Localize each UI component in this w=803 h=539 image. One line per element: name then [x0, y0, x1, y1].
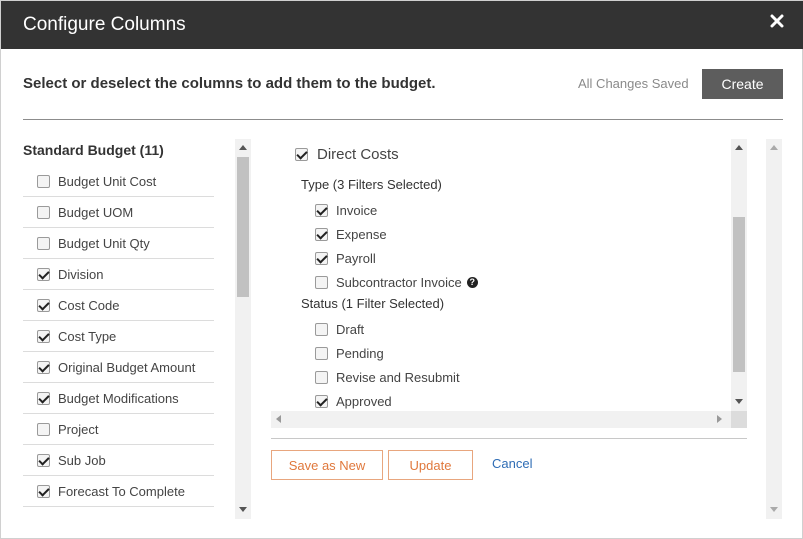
type-group-title: Type (3 Filters Selected) [301, 177, 442, 192]
column-item-project[interactable]: Project [23, 414, 214, 445]
checkbox[interactable] [315, 228, 328, 241]
save-as-new-button[interactable]: Save as New [271, 450, 383, 480]
filter-item-expense[interactable]: Expense [315, 227, 387, 242]
filter-item-draft[interactable]: Draft [315, 322, 364, 337]
scroll-up-arrow-icon[interactable] [239, 145, 247, 150]
checkbox[interactable] [315, 395, 328, 408]
scroll-up-arrow-icon[interactable] [770, 145, 778, 150]
scrollbar-corner [731, 411, 747, 428]
filter-label: Approved [336, 394, 392, 409]
checkbox[interactable] [37, 329, 50, 343]
column-label: Forecast To Complete [58, 483, 185, 499]
column-label: Project [58, 421, 99, 437]
standard-budget-panel: Standard Budget (11) Budget Unit Cost Bu… [23, 139, 251, 519]
checkbox[interactable] [37, 236, 50, 250]
column-label: Budget UOM [58, 204, 134, 220]
checkbox[interactable] [37, 205, 50, 219]
filter-label: Revise and Resubmit [336, 370, 460, 385]
column-label: Division [58, 266, 104, 282]
dialog-header: Configure Columns [1, 1, 803, 49]
standard-budget-title: Standard Budget (11) [23, 142, 164, 158]
close-icon[interactable] [770, 14, 784, 28]
column-item-budget-unit-qty[interactable]: Budget Unit Qty [23, 228, 214, 259]
column-item-cost-code[interactable]: Cost Code [23, 290, 214, 321]
checkbox[interactable] [295, 148, 308, 161]
checkbox[interactable] [37, 422, 50, 436]
configure-columns-dialog: Configure Columns Select or deselect the… [0, 0, 803, 539]
column-item-budget-modifications[interactable]: Budget Modifications [23, 383, 214, 414]
column-item-forecast-to-complete[interactable]: Forecast To Complete [23, 476, 214, 507]
checkbox[interactable] [315, 347, 328, 360]
checkbox[interactable] [315, 323, 328, 336]
filter-content: Direct Costs Type (3 Filters Selected) I… [271, 139, 731, 411]
filter-item-subcontractor-invoice[interactable]: Subcontractor Invoice? [315, 275, 478, 290]
checkbox[interactable] [315, 371, 328, 384]
filter-label: Draft [336, 322, 365, 337]
checkbox[interactable] [315, 252, 328, 265]
scroll-down-arrow-icon[interactable] [239, 507, 247, 512]
checkbox[interactable] [37, 298, 50, 312]
column-item-cost-type[interactable]: Cost Type [23, 321, 214, 352]
filter-label: Subcontractor Invoice [336, 275, 462, 290]
actions-divider [271, 438, 747, 439]
checkbox[interactable] [315, 276, 328, 289]
checkbox[interactable] [37, 391, 50, 405]
filter-horizontal-scrollbar[interactable] [271, 411, 747, 428]
column-label: Cost Code [58, 297, 120, 313]
scroll-right-arrow-icon[interactable] [717, 415, 722, 423]
instruction-text: Select or deselect the columns to add th… [23, 75, 436, 92]
filter-vertical-scrollbar[interactable] [731, 139, 747, 411]
filter-label: Payroll [336, 251, 376, 266]
checkbox[interactable] [315, 204, 328, 217]
filter-item-invoice[interactable]: Invoice [315, 203, 377, 218]
filter-panel: Direct Costs Type (3 Filters Selected) I… [271, 139, 747, 429]
scroll-down-arrow-icon[interactable] [770, 507, 778, 512]
scrollbar-thumb[interactable] [237, 157, 249, 297]
header-divider [23, 119, 783, 120]
column-label: Original Budget Amount [58, 359, 196, 375]
column-item-budget-uom[interactable]: Budget UOM [23, 197, 214, 228]
cancel-link[interactable]: Cancel [492, 456, 532, 471]
column-item-original-budget-amount[interactable]: Original Budget Amount [23, 352, 214, 383]
checkbox[interactable] [37, 453, 50, 467]
column-label: Cost Type [58, 328, 117, 344]
save-status: All Changes Saved [578, 76, 689, 91]
dialog-scrollbar[interactable] [766, 139, 782, 519]
checkbox[interactable] [37, 174, 50, 188]
scrollbar-thumb[interactable] [733, 217, 745, 372]
filter-item-approved[interactable]: Approved [315, 394, 392, 409]
question-circle-icon[interactable]: ? [466, 277, 478, 288]
direct-costs-item[interactable]: Direct Costs [295, 146, 399, 163]
column-list: Budget Unit Cost Budget UOM Budget Unit … [23, 166, 214, 507]
column-item-division[interactable]: Division [23, 259, 214, 290]
update-button[interactable]: Update [388, 450, 473, 480]
filter-label: Pending [336, 346, 384, 361]
column-label: Budget Modifications [58, 390, 179, 406]
filter-item-payroll[interactable]: Payroll [315, 251, 376, 266]
scroll-up-arrow-icon[interactable] [735, 145, 743, 150]
checkbox[interactable] [37, 360, 50, 374]
column-item-budget-unit-cost[interactable]: Budget Unit Cost [23, 166, 214, 197]
column-item-sub-job[interactable]: Sub Job [23, 445, 214, 476]
column-label: Sub Job [58, 452, 106, 468]
column-label: Budget Unit Qty [58, 235, 150, 251]
filter-item-pending[interactable]: Pending [315, 346, 384, 361]
scroll-left-arrow-icon[interactable] [276, 415, 281, 423]
create-button[interactable]: Create [702, 69, 783, 99]
column-label: Budget Unit Cost [58, 173, 157, 189]
filter-item-revise-and-resubmit[interactable]: Revise and Resubmit [315, 370, 460, 385]
checkbox[interactable] [37, 267, 50, 281]
status-group-title: Status (1 Filter Selected) [301, 296, 445, 311]
direct-costs-label: Direct Costs [317, 146, 399, 163]
scroll-down-arrow-icon[interactable] [735, 399, 743, 404]
checkbox[interactable] [37, 484, 50, 498]
filter-label: Expense [336, 227, 387, 242]
filter-label: Invoice [336, 203, 378, 218]
left-scrollbar[interactable] [235, 139, 251, 519]
dialog-title: Configure Columns [23, 14, 186, 35]
